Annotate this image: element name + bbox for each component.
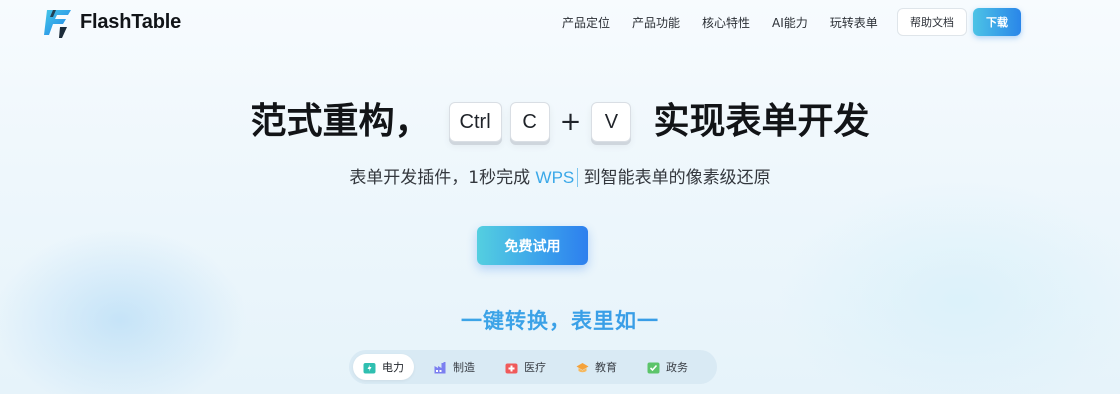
industry-tabs: 电力 制造 医疗 教育 政务: [349, 350, 717, 384]
site-header: FlashTable 产品定位 产品功能 核心特性 AI能力 玩转表单 帮助文档…: [0, 0, 1120, 44]
hero-title: 范式重构， Ctrl C + V 实现表单开发: [0, 96, 1120, 148]
factory-icon: [434, 361, 446, 373]
nav-item-core-traits[interactable]: 核心特性: [702, 14, 750, 31]
key-plus: +: [559, 107, 582, 137]
tab-label: 教育: [595, 361, 617, 374]
free-trial-button[interactable]: 免费试用: [477, 226, 588, 265]
nav-item-features[interactable]: 产品功能: [632, 14, 680, 31]
tab-power[interactable]: 电力: [353, 354, 414, 380]
hero-title-right: 实现表单开发: [653, 101, 870, 142]
tab-government[interactable]: 政务: [637, 354, 698, 380]
download-button[interactable]: 下载: [973, 8, 1021, 36]
tab-label: 政务: [666, 361, 688, 374]
subtitle-before: 表单开发插件，1秒完成: [349, 168, 536, 188]
key-c: C: [509, 102, 550, 142]
hero-subtitle: 表单开发插件，1秒完成 WPS 到智能表单的像素级还原: [0, 163, 1120, 188]
tab-medical[interactable]: 医疗: [495, 354, 556, 380]
tab-manufacturing[interactable]: 制造: [424, 354, 485, 380]
flashtable-logo-icon: [44, 10, 71, 38]
brand-name: FlashTable: [80, 10, 181, 33]
main-nav: 产品定位 产品功能 核心特性 AI能力 玩转表单: [562, 14, 878, 31]
subtitle-after: 到智能表单的像素级还原: [578, 168, 771, 188]
tab-education[interactable]: 教育: [566, 354, 627, 380]
medical-icon: [505, 363, 518, 373]
government-icon: [647, 362, 660, 373]
tab-label: 制造: [453, 361, 475, 374]
tab-label: 医疗: [524, 361, 546, 374]
nav-item-positioning[interactable]: 产品定位: [562, 14, 610, 31]
tab-label: 电力: [382, 361, 404, 374]
help-docs-button[interactable]: 帮助文档: [897, 8, 967, 36]
power-icon: [363, 362, 376, 373]
key-v: V: [591, 102, 632, 142]
hero-title-left: 范式重构，: [250, 101, 431, 142]
nav-item-ai[interactable]: AI能力: [772, 14, 808, 31]
brand-logo[interactable]: FlashTable: [44, 5, 181, 39]
section-title: 一键转换，表里如一: [0, 305, 1120, 335]
subtitle-highlight: WPS: [535, 168, 579, 187]
education-icon: [576, 362, 589, 372]
nav-item-forms[interactable]: 玩转表单: [830, 14, 878, 31]
key-ctrl: Ctrl: [448, 102, 502, 142]
